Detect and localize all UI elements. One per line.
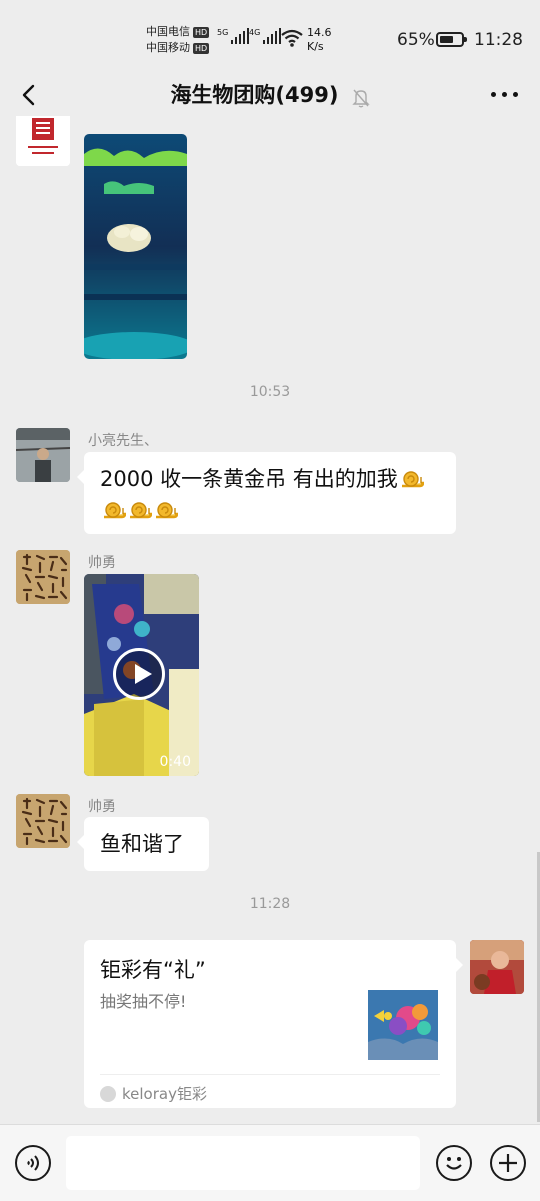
video-message[interactable]: 0:40 <box>84 574 199 776</box>
battery-fill <box>440 36 453 43</box>
carrier-info: 中国电信 HD 中国移动 HD <box>146 24 210 56</box>
image-message[interactable] <box>84 134 187 359</box>
avatar[interactable] <box>16 116 70 166</box>
message-text: 2000 收一条黄金吊 有出的加我 <box>100 467 398 491</box>
message-list[interactable]: 10:53 小亮先生、 2000 收一条黄金吊 有出的加我 帅勇 0:40 帅勇… <box>0 116 540 1124</box>
more-functions-button[interactable] <box>490 1145 526 1181</box>
avatar-logo-icon <box>16 116 70 166</box>
network-speed: 14.6 K/s <box>307 26 332 53</box>
timestamp: 11:28 <box>249 896 291 912</box>
smiley-icon <box>446 1157 462 1170</box>
voice-icon <box>27 1155 39 1171</box>
text-message[interactable]: 2000 收一条黄金吊 有出的加我 <box>77 452 456 534</box>
sender-name: 帅勇 <box>88 799 116 815</box>
card-source-name: keloray钜彩 <box>122 1085 207 1103</box>
avatar[interactable] <box>470 940 524 994</box>
status-time: 11:28 <box>474 30 523 50</box>
avatar[interactable] <box>16 794 70 848</box>
self-avatar-photo <box>470 940 524 994</box>
chat-header: 海生物团购(499) <box>0 74 540 116</box>
more-options-button[interactable] <box>491 92 518 97</box>
input-bar <box>0 1124 540 1201</box>
aquarium-photo <box>84 134 187 359</box>
card-thumbnail <box>368 990 438 1060</box>
play-icon[interactable] <box>113 648 165 700</box>
carrier-1: 中国电信 <box>146 25 190 38</box>
message-text: 鱼和谐了 <box>100 832 184 856</box>
avatar[interactable] <box>16 428 70 482</box>
calligraphy-avatar <box>16 794 70 848</box>
card-title: 钜彩有“礼” <box>100 958 206 982</box>
message-input[interactable] <box>66 1136 420 1190</box>
link-card-message[interactable]: 钜彩有“礼” 抽奖抽不停! keloray钜彩 <box>84 940 463 1108</box>
wifi-icon <box>281 29 303 47</box>
avatar-photo <box>16 428 70 482</box>
video-duration: 0:40 <box>159 754 191 770</box>
hd-badge: HD <box>193 26 210 38</box>
signal-4g-icon: 4G <box>249 28 282 44</box>
sender-name: 帅勇 <box>88 555 116 571</box>
card-subtitle: 抽奖抽不停! <box>100 992 187 1011</box>
card-source: keloray钜彩 <box>100 1074 440 1104</box>
status-bar: 中国电信 HD 中国移动 HD 5G 4G 14.6 K/s 65% 11:28 <box>0 0 540 74</box>
chat-title: 海生物团购(499) <box>170 83 339 107</box>
sender-name: 小亮先生、 <box>88 433 158 449</box>
reef-illustration <box>368 990 438 1060</box>
signal-5g-icon: 5G <box>217 28 250 44</box>
mute-bell-icon <box>351 89 370 107</box>
battery-icon <box>436 32 467 47</box>
voice-input-button[interactable] <box>15 1145 51 1181</box>
plus-icon <box>499 1154 517 1172</box>
emoji-button[interactable] <box>436 1145 472 1181</box>
avatar[interactable] <box>16 550 70 604</box>
text-message[interactable]: 鱼和谐了 <box>77 817 209 871</box>
hd-badge: HD <box>193 42 210 54</box>
source-logo-icon <box>100 1085 116 1102</box>
battery-percent: 65% <box>397 30 435 50</box>
carrier-2: 中国移动 <box>146 41 190 54</box>
calligraphy-avatar <box>16 550 70 604</box>
timestamp: 10:53 <box>249 384 291 400</box>
